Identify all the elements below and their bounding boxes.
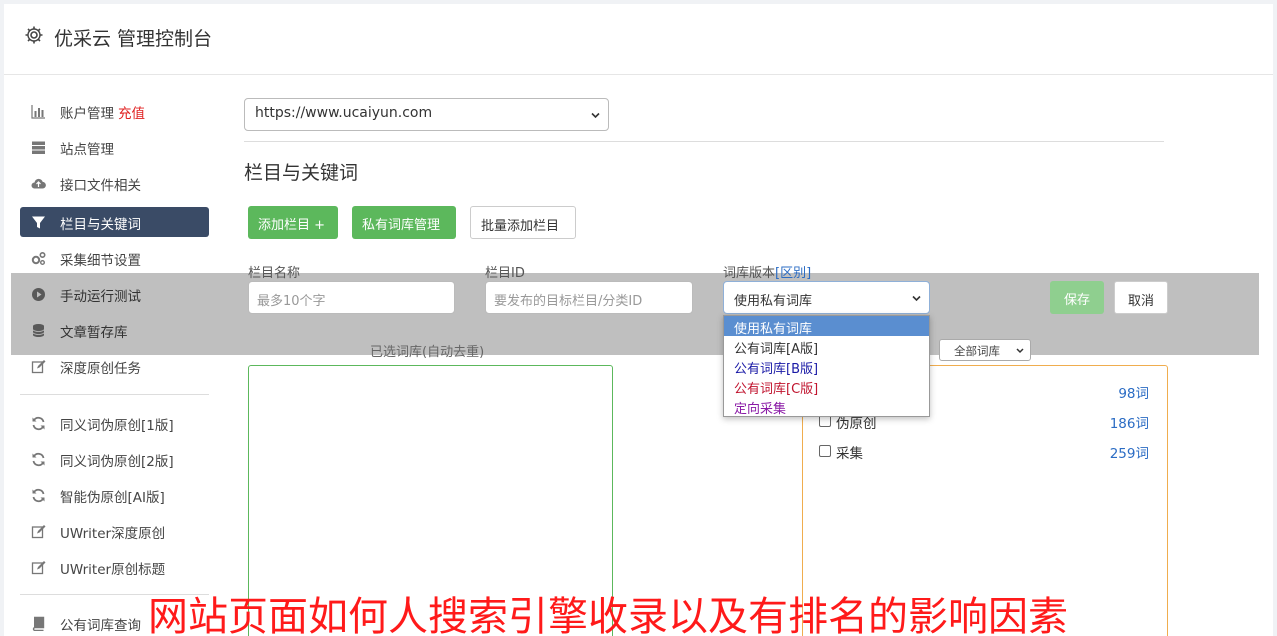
filter-icon xyxy=(32,216,45,229)
sidebar-divider xyxy=(20,394,209,395)
lib-filter-value: 全部词库 xyxy=(954,344,1000,358)
watermark-caption: 网站页面如何人搜索引擎收录以及有排名的影响因素 xyxy=(148,594,1068,636)
edit-icon xyxy=(31,561,46,575)
diff-link[interactable]: [区别] xyxy=(775,266,811,281)
site-select-value: https://www.ucaiyun.com xyxy=(255,105,433,121)
lib-name: 采集 xyxy=(836,446,863,462)
lib-version-select[interactable]: 使用私有词库 xyxy=(723,281,930,314)
sidebar-item-interface[interactable]: 接口文件相关 xyxy=(20,168,209,198)
sidebar-item-account[interactable]: 账户管理 充值 xyxy=(20,96,209,126)
refresh-icon xyxy=(32,488,45,503)
lib-version-dropdown: 使用私有词库 公有词库[A版] 公有词库[B版] 公有词库[C版] 定向采集 xyxy=(723,315,930,417)
refresh-icon xyxy=(32,452,45,467)
lib-count: 259词 xyxy=(1109,446,1149,462)
app-title: 优采云 管理控制台 xyxy=(54,28,213,50)
chevron-down-icon xyxy=(1016,348,1024,354)
dropdown-option[interactable]: 公有词库[B版] xyxy=(724,356,929,377)
sidebar-item-uwriter-title[interactable]: UWriter原创标题 xyxy=(20,552,209,582)
sidebar-item-columns[interactable]: 栏目与关键词 xyxy=(20,207,209,237)
column-name-input[interactable]: 最多10个字 xyxy=(248,281,455,314)
add-column-button[interactable]: 添加栏目 + xyxy=(248,206,338,239)
lib-count: 186词 xyxy=(1109,416,1149,432)
column-id-placeholder: 要发布的目标栏目/分类ID xyxy=(494,294,643,309)
sidebar-item-label: 智能伪原创[AI版] xyxy=(60,490,165,506)
sidebar-item-label: 公有词库查询 xyxy=(60,618,141,634)
sidebar-item-uwriter-deep[interactable]: UWriter深度原创 xyxy=(20,516,209,546)
sidebar-item-synonym-v1[interactable]: 同义词伪原创[1版] xyxy=(20,408,209,438)
bar-chart-icon xyxy=(31,105,45,119)
chevron-down-icon xyxy=(591,112,600,119)
edit-icon xyxy=(31,360,46,374)
gear-icon xyxy=(25,26,43,44)
sidebar-item-label: UWriter原创标题 xyxy=(60,562,166,578)
sidebar-item-label: 站点管理 xyxy=(60,142,114,158)
sidebar-item-label: 同义词伪原创[2版] xyxy=(60,454,174,470)
divider xyxy=(244,141,1164,142)
dropdown-option[interactable]: 公有词库[C版] xyxy=(724,376,929,397)
dropdown-option[interactable]: 定向采集 xyxy=(724,396,929,417)
sidebar-item-label: 同义词伪原创[1版] xyxy=(60,418,174,434)
sidebar-item-ai-rewrite[interactable]: 智能伪原创[AI版] xyxy=(20,480,209,510)
lib-version-text: 词库版本 xyxy=(723,266,776,281)
save-button[interactable]: 保存 xyxy=(1050,281,1104,314)
site-select[interactable]: https://www.ucaiyun.com xyxy=(244,98,609,131)
cloud-upload-icon xyxy=(31,178,46,189)
sidebar-item-label: 采集细节设置 xyxy=(60,253,141,269)
batch-add-button[interactable]: 批量添加栏目 xyxy=(470,206,576,239)
sidebar-item-label: 接口文件相关 xyxy=(60,178,141,194)
server-icon xyxy=(32,141,45,154)
column-name-placeholder: 最多10个字 xyxy=(257,294,326,309)
lib-count: 98词 xyxy=(1118,386,1149,402)
sidebar-item-sites[interactable]: 站点管理 xyxy=(20,132,209,162)
sidebar-item-label: UWriter深度原创 xyxy=(60,526,166,542)
private-lib-button[interactable]: 私有词库管理 xyxy=(352,206,456,239)
column-id-input[interactable]: 要发布的目标栏目/分类ID xyxy=(485,281,693,314)
refresh-icon xyxy=(32,416,45,431)
sidebar-item-collect-settings[interactable]: 采集细节设置 xyxy=(20,243,209,273)
dropdown-option[interactable]: 使用私有词库 xyxy=(724,316,929,337)
lib-checkbox[interactable] xyxy=(819,445,831,457)
sidebar-item-label: 深度原创任务 xyxy=(60,361,141,377)
chevron-down-icon xyxy=(912,295,921,302)
sidebar-item-label: 栏目与关键词 xyxy=(60,217,141,233)
lib-version-label: 词库版本[区别] xyxy=(723,262,811,281)
sidebar-item-label: 账户管理 xyxy=(60,106,114,122)
sidebar-item-synonym-v2[interactable]: 同义词伪原创[2版] xyxy=(20,444,209,474)
lib-version-value: 使用私有词库 xyxy=(734,294,813,309)
cogs-icon xyxy=(31,251,46,265)
selected-libs-label: 已选词库(自动去重) xyxy=(370,345,485,360)
cancel-button[interactable]: 取消 xyxy=(1114,281,1168,314)
page-title: 栏目与关键词 xyxy=(244,162,359,184)
list-item[interactable]: 采集 259词 xyxy=(819,442,1149,462)
recharge-link[interactable]: 充值 xyxy=(118,106,145,122)
book-icon xyxy=(32,616,45,631)
sidebar-item-deep-original[interactable]: 深度原创任务 xyxy=(20,351,209,381)
column-name-label: 栏目名称 xyxy=(248,266,301,281)
app-header: 优采云 管理控制台 xyxy=(4,4,1273,75)
edit-icon xyxy=(31,525,46,539)
dropdown-option[interactable]: 公有词库[A版] xyxy=(724,336,929,357)
column-id-label: 栏目ID xyxy=(485,266,525,281)
lib-filter-select[interactable]: 全部词库 xyxy=(939,339,1031,361)
